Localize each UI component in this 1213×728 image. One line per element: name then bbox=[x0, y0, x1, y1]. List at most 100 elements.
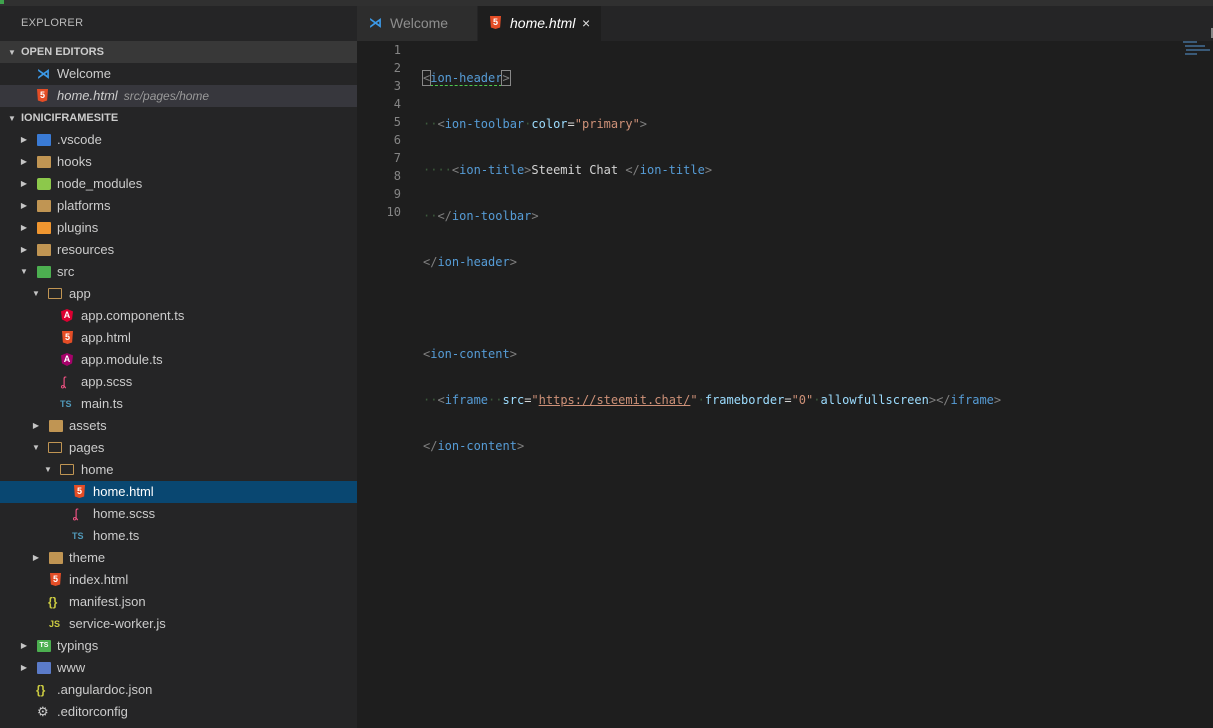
tree-label: hooks bbox=[57, 154, 92, 169]
url-link[interactable]: https://steemit.chat/ bbox=[539, 393, 691, 407]
line-number: 2 bbox=[393, 61, 401, 75]
sass-icon: ʆ bbox=[73, 506, 78, 521]
attr-value: "primary" bbox=[574, 117, 640, 131]
folder-icon bbox=[37, 200, 51, 212]
tree-file-index-html[interactable]: 5 index.html bbox=[0, 569, 357, 591]
tree-folder-plugins[interactable]: ▶ plugins bbox=[0, 217, 357, 239]
attr-name: src bbox=[502, 393, 525, 407]
code-line-7: <ion-content> bbox=[423, 347, 517, 361]
json-icon: {} bbox=[36, 683, 46, 697]
tree-file-app-scss[interactable]: ʆ app.scss bbox=[0, 371, 357, 393]
chevron-right-icon: ▶ bbox=[20, 135, 28, 144]
tree-file-angulardoc-json[interactable]: {} .angulardoc.json bbox=[0, 679, 357, 701]
tree-folder-resources[interactable]: ▶ resources bbox=[0, 239, 357, 261]
html5-icon: 5 bbox=[62, 331, 73, 344]
code-editor[interactable]: 1 2 3 4 5 6 7 8 9 10 <ion-header> ··<ion… bbox=[357, 41, 1213, 728]
tree-label: index.html bbox=[69, 572, 129, 587]
tree-label: src bbox=[57, 264, 75, 279]
open-editors-header[interactable]: ▼ OPEN EDITORS bbox=[0, 41, 357, 63]
tree-file-home-html[interactable]: 5 home.html bbox=[0, 481, 357, 503]
folder-icon bbox=[37, 244, 51, 256]
tree-label: main.ts bbox=[81, 396, 123, 411]
minimap[interactable] bbox=[1183, 41, 1211, 71]
chevron-right-icon: ▶ bbox=[20, 641, 28, 650]
line-number: 4 bbox=[393, 97, 401, 111]
node-folder-icon bbox=[37, 178, 51, 190]
vscode-folder-icon bbox=[37, 134, 51, 146]
minimap-line bbox=[1183, 41, 1197, 43]
tree-folder-node-modules[interactable]: ▶ node_modules bbox=[0, 173, 357, 195]
tree-file-home-ts[interactable]: TS home.ts bbox=[0, 525, 357, 547]
tree-folder-app[interactable]: ▼ app bbox=[0, 283, 357, 305]
tree-label: plugins bbox=[57, 220, 99, 235]
tree-file-app-html[interactable]: 5 app.html bbox=[0, 327, 357, 349]
html5-icon: 5 bbox=[50, 573, 61, 586]
tag-name: iframe bbox=[444, 393, 489, 407]
open-editor-label: Welcome bbox=[57, 66, 111, 81]
tree-label: www bbox=[57, 660, 86, 675]
tab-welcome[interactable]: ⋊ Welcome bbox=[357, 6, 477, 41]
tree-file-editorconfig[interactable]: ⚙ .editorconfig bbox=[0, 701, 357, 723]
tree-label: app.scss bbox=[81, 374, 133, 389]
tree-folder-theme[interactable]: ▶ theme bbox=[0, 547, 357, 569]
tree-folder-vscode[interactable]: ▶ .vscode bbox=[0, 129, 357, 151]
tree-folder-pages[interactable]: ▼ pages bbox=[0, 437, 357, 459]
tree-file-app-module-ts[interactable]: A app.module.ts bbox=[0, 349, 357, 371]
tree-folder-src[interactable]: ▼ src bbox=[0, 261, 357, 283]
tree-label: .angulardoc.json bbox=[57, 682, 153, 697]
folder-icon bbox=[49, 420, 63, 432]
line-number: 8 bbox=[393, 169, 401, 183]
tree-label: home.ts bbox=[93, 528, 140, 543]
open-editors-label: OPEN EDITORS bbox=[21, 46, 104, 58]
attr-name: color bbox=[531, 117, 568, 131]
open-editor-welcome[interactable]: ⋊ Welcome bbox=[0, 63, 357, 85]
vscode-icon: ⋊ bbox=[37, 66, 50, 81]
code-line-4: ··</ion-toolbar> bbox=[423, 209, 539, 223]
explorer-sidebar: EXPLORER ▼ OPEN EDITORS ⋊ Welcome 5 home.… bbox=[0, 6, 357, 728]
tree-folder-home[interactable]: ▼ home bbox=[0, 459, 357, 481]
code-content[interactable]: <ion-header> ··<ion-toolbar·color="prima… bbox=[421, 41, 1002, 529]
tree-folder-www[interactable]: ▶ www bbox=[0, 657, 357, 679]
tree-label: service-worker.js bbox=[69, 616, 166, 631]
typescript-icon: TS bbox=[60, 399, 72, 409]
code-line-9: </ion-content> bbox=[423, 439, 525, 453]
chevron-right-icon: ▶ bbox=[20, 179, 28, 188]
text-content: Steemit Chat bbox=[531, 163, 626, 177]
html5-icon: 5 bbox=[490, 16, 501, 29]
tree-file-main-ts[interactable]: TS main.ts bbox=[0, 393, 357, 415]
open-editor-label: home.html bbox=[57, 88, 118, 103]
minimap-line bbox=[1185, 53, 1197, 55]
tree-file-app-component-ts[interactable]: A app.component.ts bbox=[0, 305, 357, 327]
code-line-8: ··<iframe··src="https://steemit.chat/"·f… bbox=[423, 393, 1002, 407]
tree-folder-platforms[interactable]: ▶ platforms bbox=[0, 195, 357, 217]
tree-folder-assets[interactable]: ▶ assets bbox=[0, 415, 357, 437]
html5-icon: 5 bbox=[37, 89, 48, 102]
tree-file-manifest-json[interactable]: {} manifest.json bbox=[0, 591, 357, 613]
line-number: 5 bbox=[393, 115, 401, 129]
tab-home-html[interactable]: 5 Welcome home.html × bbox=[478, 6, 601, 41]
project-header[interactable]: ▼ IONICIFRAMESITE bbox=[0, 107, 357, 129]
chevron-right-icon: ▶ bbox=[20, 157, 28, 166]
folder-open-icon bbox=[48, 288, 62, 299]
tree-file-service-worker-js[interactable]: JS service-worker.js bbox=[0, 613, 357, 635]
tree-label: app.module.ts bbox=[81, 352, 163, 367]
line-number: 10 bbox=[386, 205, 401, 219]
tree-file-home-scss[interactable]: ʆ home.scss bbox=[0, 503, 357, 525]
javascript-icon: JS bbox=[49, 619, 61, 629]
open-editor-home-html[interactable]: 5 home.html src/pages/home bbox=[0, 85, 357, 107]
status-dot bbox=[0, 0, 4, 4]
tree-label: assets bbox=[69, 418, 107, 433]
attr-name: frameborder bbox=[704, 393, 785, 407]
chevron-right-icon: ▶ bbox=[20, 223, 28, 232]
line-number-gutter: 1 2 3 4 5 6 7 8 9 10 bbox=[357, 41, 401, 221]
tag-name: ion-toolbar bbox=[444, 117, 525, 131]
chevron-right-icon: ▶ bbox=[32, 553, 40, 562]
folder-icon bbox=[37, 156, 51, 168]
close-icon[interactable]: × bbox=[582, 6, 590, 41]
tree-folder-typings[interactable]: ▶ TS typings bbox=[0, 635, 357, 657]
plugins-folder-icon bbox=[37, 222, 51, 234]
explorer-title: EXPLORER bbox=[21, 17, 84, 29]
chevron-right-icon: ▶ bbox=[20, 245, 28, 254]
tree-folder-hooks[interactable]: ▶ hooks bbox=[0, 151, 357, 173]
